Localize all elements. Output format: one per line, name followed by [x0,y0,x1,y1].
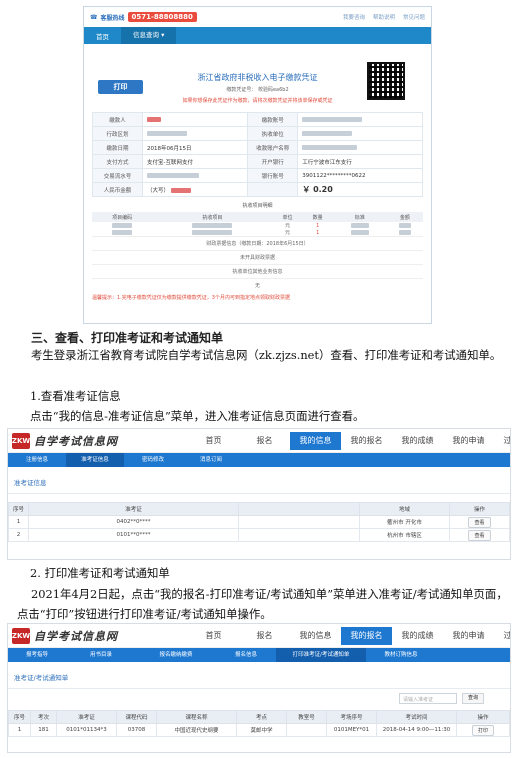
nav-query[interactable]: 信息查询 ▾ [121,27,177,44]
phone-icon: ☎ [90,13,98,21]
nav-home[interactable]: 首页 [84,31,121,41]
site-header: ZKW 自学考试信息网 首页 报名 我的信息 我的报名 我的成绩 我的申请 过程… [8,429,510,453]
top-links: 我要咨询 帮助说明 常见问题 [343,13,425,21]
redacted-text [147,116,161,122]
search-input[interactable]: 请输入准考证 [399,693,457,704]
nav-my-scores[interactable]: 我的成绩 [392,627,443,645]
footer-line: 无 [92,278,423,292]
footer-line: 未开具财政票据 [92,250,423,264]
sub-nav: 报考指导 用书目录 报名缴纳缴费 报名信息 打印准考证/考试通知单 教材订购信息 [8,648,510,662]
redacted-text [302,144,358,150]
subnav-registration-info[interactable]: 注册信息 [8,453,66,467]
subnav-book-list[interactable]: 用书目录 [66,648,136,662]
site-nav: 首页 报名 我的信息 我的报名 我的成绩 我的申请 过程考试 [188,432,511,450]
nav-my-scores[interactable]: 我的成绩 [392,432,443,450]
logo-icon: ZKW [12,432,30,449]
step-title-1: 1.查看准考证信息 [30,389,121,403]
table-row: 元 1 [92,222,423,229]
site-logo: ZKW 自学考试信息网 [11,432,118,449]
voucher-table: 缴款人 缴款账号 行政区划 执收单位 缴款日期 2018年06月15日 收款账户… [92,112,423,197]
items-title: 执收项目明细 [242,203,273,209]
step-text-2: 2021年4月2日起，点击“我的报名-打印准考证/考试通知单”菜单进入准考证/考… [17,587,508,621]
top-link-help[interactable]: 帮助说明 [373,13,395,21]
top-link-faq[interactable]: 常见问题 [403,13,425,21]
table-row: 2 0101**0**** 杭州市 市辖区 查看 [8,528,510,542]
admission-table: 序号 准考证 地域 操作 1 0402**0**** 衢州市 开化市 查看 2 … [8,502,510,542]
print-button[interactable]: 打印 [471,724,494,736]
sub-nav: 注册信息 准考证信息 密码修改 消息订阅 [8,453,510,467]
hotline: ☎ 客服热线 0571-88808880 [90,12,197,22]
items-table: 项目编码 执收项目 单位 数量 标准 金额 元 1 元 1 [92,212,423,236]
redacted-text [302,116,363,122]
view-button[interactable]: 查看 [468,516,491,528]
table-row: 支付方式 支付宝-互联网支付 开户银行 工行宁波市江东支行 [92,154,423,169]
site-header: ZKW 自学考试信息网 首页 报名 我的信息 我的报名 我的成绩 我的申请 过程… [8,624,510,648]
voucher-body: 打印 浙江省政府非税收入电子缴款凭证 缴款凭证号： 校验码ea6b2 如果你想保… [84,44,431,305]
table-row: 行政区划 执收单位 [92,126,423,141]
warning-text: 温馨提示：1.完电子缴款凭证仅为缴款提供缴款凭证，3个月内可到指定地点领取财政票… [92,295,290,301]
nav-process-exam[interactable]: 过程考试 [494,432,511,450]
admission-info-screenshot: ZKW 自学考试信息网 首页 报名 我的信息 我的报名 我的成绩 我的申请 过程… [7,428,511,560]
table-row: 缴款人 缴款账号 [92,112,423,127]
qr-code-icon [367,62,405,100]
table-row: 缴款日期 2018年06月15日 收款账户名称 [92,140,423,155]
hotline-label: 客服热线 [100,14,125,22]
hotline-number: 0571-88808880 [127,12,197,22]
redacted-text [147,130,187,136]
subnav-textbook[interactable]: 教材订购信息 [366,648,436,662]
footer-line: 执收单位其他业务信息 [92,264,423,278]
nav-my-registration[interactable]: 我的报名 [341,432,392,450]
nav-process-exam[interactable]: 过程考试 [494,627,511,645]
site-logo: ZKW 自学考试信息网 [11,627,118,644]
table-row: 1 0402**0**** 衢州市 开化市 查看 [8,515,510,529]
redacted-text [147,172,199,178]
amount-value: ￥ 0.20 [297,182,423,197]
site-nav: 首页 报名 我的信息 我的报名 我的成绩 我的申请 过程考试 [188,627,511,645]
nav-home[interactable]: 首页 [188,432,239,450]
table-row: 交易流水号 银行账号 3901122*********0622 [92,168,423,183]
payment-nav: 首页 信息查询 ▾ [84,27,431,44]
subnav-change-password[interactable]: 密码修改 [124,453,182,467]
notice-table: 序号 考次 准考证 课程代码 课程名称 考点 教室号 考场序号 考试时间 操作 … [8,710,510,737]
nav-home[interactable]: 首页 [188,627,239,645]
section-heading: 三、查看、打印准考证和考试通知单 [31,331,224,345]
section-title: 准考证/考试通知单 [8,662,510,689]
table-row: 元 1 [92,229,423,236]
nav-my-applications[interactable]: 我的申请 [443,627,494,645]
nav-my-info[interactable]: 我的信息 [290,432,341,450]
top-link-consult[interactable]: 我要咨询 [343,13,365,21]
redacted-text [170,187,191,193]
table-row: 1 181 0101*01134*3 03708 中国近现代史纲要 莫邮中学 0… [8,723,510,737]
paragraph-intro: 考生登录浙江省教育考试院自学考试信息网（zk.zjzs.net）查看、打印准考证… [31,348,502,362]
step-text-1: 点击“我的信息-准考证信息”菜单，进入准考证信息页面进行查看。 [30,409,365,423]
print-notice-screenshot: ZKW 自学考试信息网 首页 报名 我的信息 我的报名 我的成绩 我的申请 过程… [7,623,511,753]
logo-icon: ZKW [12,627,30,644]
payment-voucher-screenshot: ☎ 客服热线 0571-88808880 我要咨询 帮助说明 常见问题 首页 信… [83,6,432,324]
print-button[interactable]: 打印 [98,80,143,94]
nav-my-registration[interactable]: 我的报名 [341,627,392,645]
subnav-reg-info[interactable]: 报名信息 [216,648,276,662]
nav-register[interactable]: 报名 [239,627,290,645]
search-button[interactable]: 查询 [462,693,484,704]
nav-my-applications[interactable]: 我的申请 [443,432,494,450]
view-button[interactable]: 查看 [468,529,491,541]
nav-my-info[interactable]: 我的信息 [290,627,341,645]
table-row: 人民币金额 （大写） ￥ 0.20 [92,182,423,197]
redacted-text [302,130,353,136]
subnav-print-admission[interactable]: 打印准考证/考试通知单 [276,648,366,662]
subnav-fee[interactable]: 报名缴纳缴费 [136,648,216,662]
search-row: 请输入准考证 查询 [8,689,510,704]
subnav-guide[interactable]: 报考指导 [8,648,66,662]
subnav-admission-info[interactable]: 准考证信息 [66,453,124,467]
payment-topbar: ☎ 客服热线 0571-88808880 我要咨询 帮助说明 常见问题 [84,7,431,27]
step-title-2: 2. 打印准考证和考试通知单 [30,566,170,580]
nav-register[interactable]: 报名 [239,432,290,450]
footer-line: 财政票据信息（缴款日期：2018年6月15日） [92,236,423,250]
section-title: 准考证信息 [8,467,510,494]
subnav-subscribe[interactable]: 消息订阅 [182,453,240,467]
